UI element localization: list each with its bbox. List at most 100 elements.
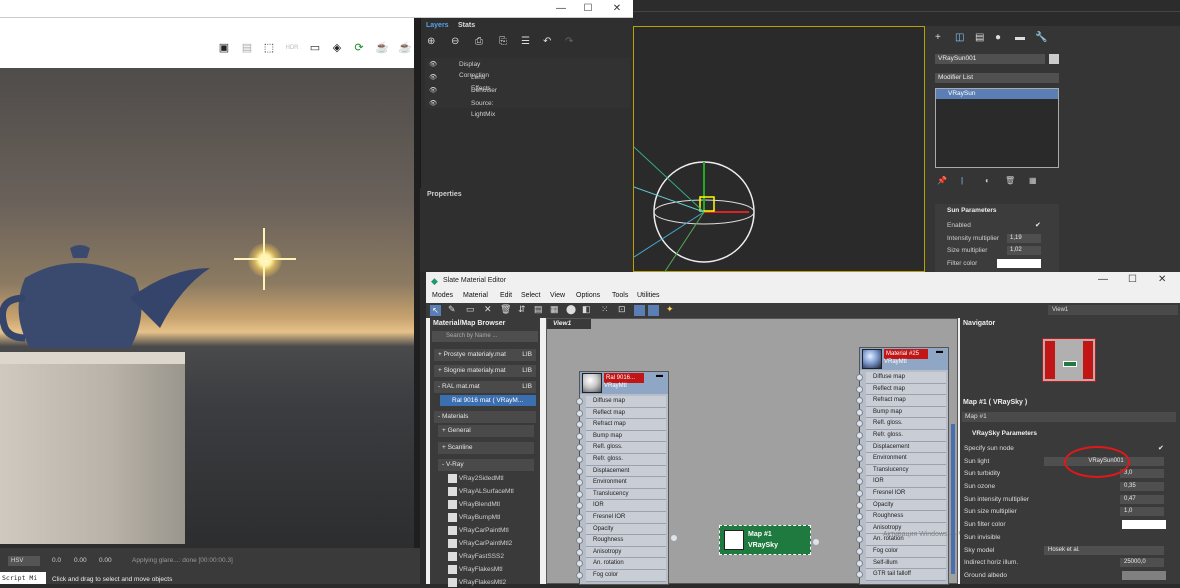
delete-icon[interactable]: 🗑 xyxy=(500,304,511,315)
sme-minimize-button[interactable]: — xyxy=(1098,274,1108,285)
add-layer-icon[interactable]: ⊕ xyxy=(427,36,435,47)
unique-icon[interactable]: ◐ xyxy=(985,176,990,185)
select-tool-icon[interactable]: ↖ xyxy=(430,305,441,316)
remove-layer-icon[interactable]: ⊖ xyxy=(451,36,459,47)
input-socket[interactable] xyxy=(856,571,863,579)
input-slot[interactable]: Fog color xyxy=(866,546,946,558)
maxscript-listener[interactable]: Script Mi xyxy=(0,572,46,584)
ground-albedo-swatch[interactable] xyxy=(1122,571,1166,580)
save-icon[interactable]: ▣ xyxy=(217,41,231,55)
rollout-title[interactable]: Sun Parameters xyxy=(947,207,997,214)
sun-ozone-spinner[interactable]: 0,35 xyxy=(1120,482,1164,491)
input-socket[interactable] xyxy=(576,456,583,463)
pick-material-icon[interactable]: ✎ xyxy=(448,304,456,315)
list-item[interactable]: VRayFastSSS2 xyxy=(448,551,504,562)
input-slot[interactable]: Refract map xyxy=(586,419,666,431)
layout-all-icon[interactable] xyxy=(634,305,645,316)
hdr-icon[interactable]: HDR xyxy=(285,41,299,55)
input-slot[interactable]: Fresnel IOR xyxy=(866,488,946,500)
assign-icon[interactable]: ▭ xyxy=(466,304,475,315)
save-all-icon[interactable]: ▤ xyxy=(240,41,254,55)
render-icon[interactable]: ☕ xyxy=(375,41,389,55)
layer-item[interactable]: 👁 Display Correction xyxy=(429,59,489,79)
category-scanline[interactable]: + Scanline xyxy=(438,442,534,454)
input-socket[interactable] xyxy=(576,572,583,579)
redo-icon[interactable]: ↷ xyxy=(565,36,573,47)
create-icon[interactable]: + xyxy=(935,32,941,43)
configure-icon[interactable]: ▦ xyxy=(1029,176,1037,185)
show-bg-icon[interactable]: ⁙ xyxy=(601,304,609,315)
sphere-icon[interactable]: ⬤ xyxy=(566,304,576,315)
input-socket[interactable] xyxy=(856,513,863,521)
sme-maximize-button[interactable]: ☐ xyxy=(1128,274,1137,285)
view-dropdown[interactable]: View1 xyxy=(1048,305,1178,315)
refresh-icon[interactable]: ⟳ xyxy=(352,41,366,55)
maximize-button[interactable]: ☐ xyxy=(577,2,599,16)
pin-icon[interactable]: 📌 xyxy=(937,176,947,185)
eye-icon[interactable]: 👁 xyxy=(429,100,437,107)
input-socket[interactable] xyxy=(856,432,863,439)
menu-select[interactable]: Select xyxy=(521,292,540,299)
input-socket[interactable] xyxy=(856,466,863,474)
input-slot[interactable]: Bump map xyxy=(586,430,666,443)
modifier-list-dropdown[interactable]: Modifier List xyxy=(935,73,1059,83)
input-slot[interactable]: Fog color xyxy=(586,570,666,582)
node-view[interactable]: View1 Ral 9016... VRayMtl ▬ Diffuse map R… xyxy=(546,318,1170,585)
list-item[interactable]: VRayBlendMtl xyxy=(448,499,500,510)
rollout-title[interactable]: VRaySky Parameters xyxy=(972,430,1037,437)
sun-turbidity-spinner[interactable]: 3,0 xyxy=(1120,469,1164,478)
input-slot[interactable]: Reflect map xyxy=(866,383,946,396)
motion-icon[interactable]: ● xyxy=(995,32,1001,43)
map-name-field[interactable]: Map #1 xyxy=(962,412,1176,422)
enabled-checkbox[interactable]: ✔ xyxy=(1035,221,1041,229)
compare-icon[interactable]: ◈ xyxy=(330,41,344,55)
input-slot[interactable]: Translucency xyxy=(866,464,946,477)
category-general[interactable]: + General xyxy=(438,425,534,437)
material-node-ral[interactable]: Ral 9016... VRayMtl ▬ Diffuse map Reflect… xyxy=(576,371,669,585)
library-row[interactable]: + Slognie materialy.mat LIB xyxy=(434,365,536,377)
input-slot[interactable]: Translucency xyxy=(586,488,666,501)
input-slot[interactable]: Environment xyxy=(866,453,946,465)
eye-icon[interactable]: 👁 xyxy=(429,61,437,68)
input-slot[interactable]: Roughness xyxy=(866,511,946,523)
tab-layers[interactable]: Layers xyxy=(426,22,449,29)
layer-item[interactable]: 👁 Source: LightMix xyxy=(429,98,495,118)
input-socket[interactable] xyxy=(856,385,863,393)
input-slot[interactable]: Roughness xyxy=(586,535,666,547)
menu-utilities[interactable]: Utilities xyxy=(637,292,660,299)
input-socket[interactable] xyxy=(856,443,863,451)
filter-color-swatch[interactable] xyxy=(997,259,1041,268)
menu-view[interactable]: View xyxy=(550,292,565,299)
color-mode-select[interactable]: HSV xyxy=(8,556,40,566)
reset-icon[interactable]: ✕ xyxy=(484,304,492,315)
input-socket[interactable] xyxy=(856,455,863,463)
input-socket[interactable] xyxy=(856,501,863,509)
tab-stats[interactable]: Stats xyxy=(458,22,475,29)
menu-options[interactable]: Options xyxy=(576,292,600,299)
input-socket[interactable] xyxy=(576,398,583,405)
save-layer-icon[interactable]: ⎘ xyxy=(499,36,507,47)
layer-item[interactable]: 👁 Denoiser xyxy=(429,85,497,96)
eye-icon[interactable]: 👁 xyxy=(429,87,437,94)
input-socket[interactable] xyxy=(576,502,583,510)
display-icon[interactable]: ▬ xyxy=(1015,32,1025,43)
input-socket[interactable] xyxy=(856,490,863,497)
eye-icon[interactable]: 👁 xyxy=(429,74,437,81)
input-socket[interactable] xyxy=(856,536,863,544)
input-slot[interactable]: Diffuse map xyxy=(866,372,946,384)
collapse-icon[interactable]: ▬ xyxy=(936,348,943,355)
input-slot[interactable]: An. rotation xyxy=(586,558,666,570)
input-socket[interactable] xyxy=(856,548,863,555)
move-children-icon[interactable]: ⇵ xyxy=(518,304,526,315)
input-slot[interactable]: GTR tail falloff xyxy=(866,569,946,581)
input-slot[interactable]: Opacity xyxy=(866,499,946,512)
show-map-icon[interactable]: ◧ xyxy=(582,304,591,315)
sky-model-dropdown[interactable]: Hosek et al. xyxy=(1044,546,1164,555)
materials-group[interactable]: - Materials xyxy=(434,411,536,423)
input-socket[interactable] xyxy=(856,524,863,532)
collapse-icon[interactable]: ▬ xyxy=(656,372,663,379)
input-socket[interactable] xyxy=(576,421,583,429)
input-slot[interactable]: Displacement xyxy=(866,441,946,454)
tab-view1[interactable]: View1 xyxy=(547,319,591,329)
undo-icon[interactable]: ↶ xyxy=(543,36,551,47)
